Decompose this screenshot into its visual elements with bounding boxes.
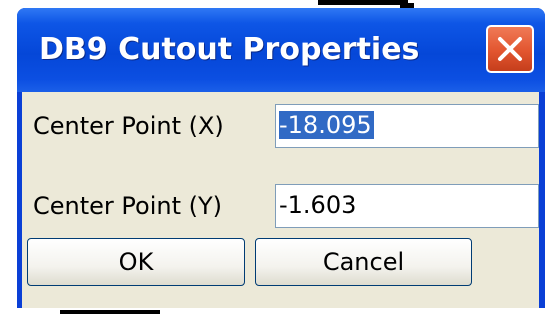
- center-y-label: Center Point (Y): [33, 192, 223, 220]
- center-y-value: -1.603: [279, 191, 357, 219]
- dialog-title: DB9 Cutout Properties: [39, 32, 420, 67]
- title-bar[interactable]: DB9 Cutout Properties: [17, 8, 545, 92]
- center-y-input[interactable]: -1.603: [275, 184, 539, 228]
- cancel-button[interactable]: Cancel: [255, 238, 472, 286]
- close-icon: [498, 37, 522, 61]
- background-artifact: [318, 0, 408, 5]
- background-artifact: [60, 310, 160, 314]
- center-x-label: Center Point (X): [33, 112, 224, 140]
- dialog-body: Center Point (X) -18.095 Center Point (Y…: [22, 92, 539, 308]
- dialog-window: DB9 Cutout Properties Center Point (X) -…: [17, 8, 545, 308]
- center-x-input[interactable]: -18.095: [275, 104, 539, 148]
- close-button[interactable]: [486, 25, 534, 73]
- ok-button[interactable]: OK: [27, 238, 245, 286]
- center-x-value: -18.095: [279, 111, 374, 139]
